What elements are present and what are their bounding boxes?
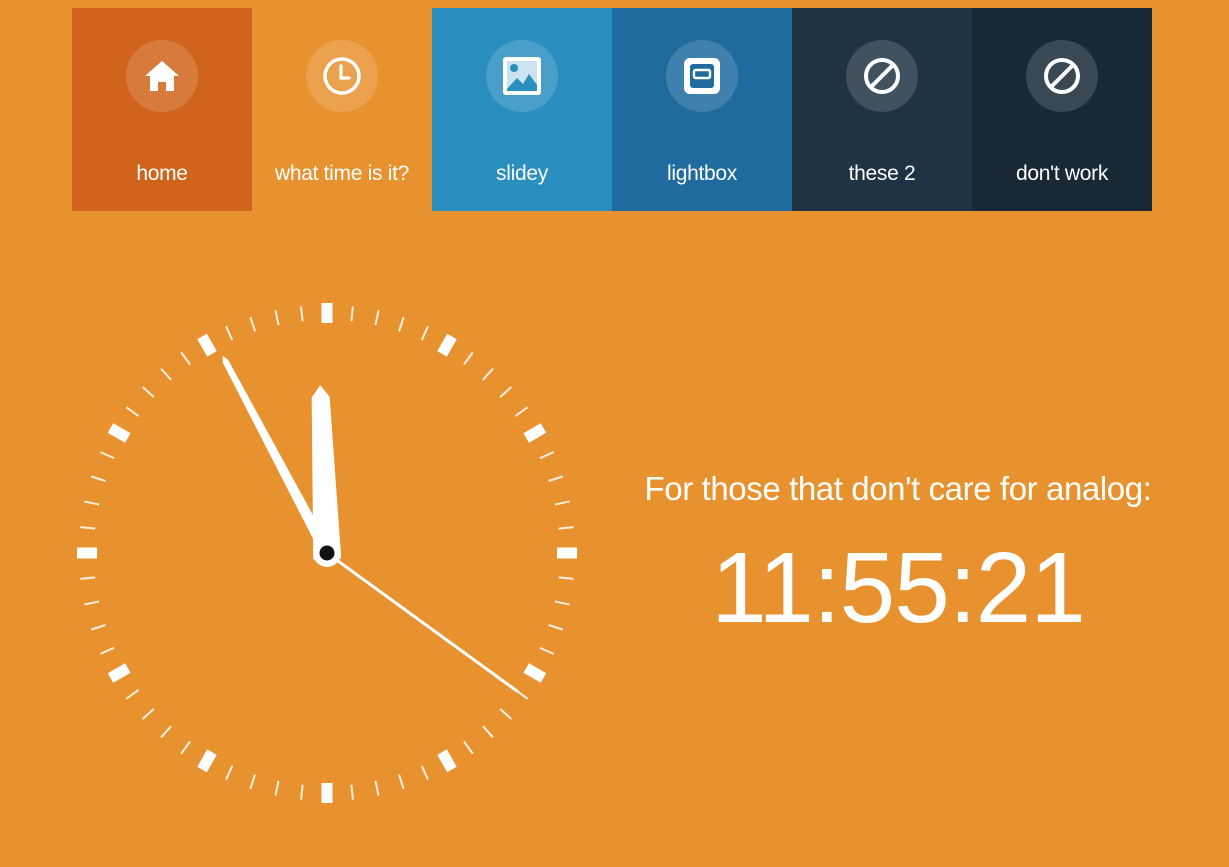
minute-marker — [160, 725, 172, 738]
minute-marker — [84, 500, 100, 506]
minute-marker — [548, 624, 564, 631]
hour-marker — [197, 333, 217, 357]
hour-marker — [197, 749, 217, 773]
top-navigation: home what time is it? slidey lightbox th… — [72, 8, 1152, 211]
minute-marker — [482, 725, 494, 738]
hour-marker — [77, 547, 97, 559]
minute-marker — [482, 368, 494, 381]
minute-marker — [300, 784, 304, 800]
minute-marker — [125, 689, 140, 700]
clock-icon — [306, 40, 378, 112]
nav-label-slidey: slidey — [496, 162, 548, 185]
ban-icon — [846, 40, 918, 112]
minute-marker — [225, 326, 234, 341]
minute-marker — [142, 386, 155, 398]
nav-item-slidey[interactable]: slidey — [432, 8, 612, 211]
nav-item-lightbox[interactable]: lightbox — [612, 8, 792, 211]
minute-marker — [374, 310, 380, 326]
minute-marker — [420, 326, 429, 341]
minute-marker — [350, 306, 354, 322]
minute-marker — [374, 780, 380, 796]
minute-marker — [554, 600, 570, 606]
image-icon — [486, 40, 558, 112]
minute-marker — [80, 576, 96, 580]
minute-marker — [142, 708, 155, 720]
home-icon — [126, 40, 198, 112]
minute-marker — [274, 310, 280, 326]
minute-marker — [463, 351, 474, 366]
minute-marker — [499, 708, 512, 720]
minute-marker — [398, 774, 405, 790]
minute-marker — [90, 624, 106, 631]
hour-marker — [107, 663, 131, 683]
minute-marker — [398, 316, 405, 332]
minute-marker — [514, 406, 529, 417]
ban-icon — [1026, 40, 1098, 112]
minute-marker — [90, 475, 106, 482]
hour-marker — [523, 663, 547, 683]
digital-time: 11:55:21 — [711, 532, 1086, 644]
minute-marker — [420, 765, 429, 780]
clock-face — [77, 303, 577, 803]
nav-label-dont-work: don't work — [1015, 162, 1109, 185]
minute-marker — [463, 740, 474, 755]
minute-marker — [100, 451, 115, 460]
nav-item-these-2[interactable]: these 2 — [792, 8, 972, 211]
minute-marker — [80, 526, 96, 530]
minute-marker — [180, 740, 191, 755]
minute-marker — [225, 765, 234, 780]
hour-marker — [107, 423, 131, 443]
analog-clock — [77, 303, 577, 803]
minute-marker — [499, 386, 512, 398]
nav-item-dont-work[interactable]: don't work — [972, 8, 1152, 211]
minute-marker — [548, 475, 564, 482]
minute-marker — [558, 526, 574, 530]
nav-label-lightbox: lightbox — [667, 162, 737, 185]
clock-hands — [222, 355, 519, 693]
minute-marker — [558, 576, 574, 580]
hour-marker — [437, 333, 457, 357]
nav-label-these-2: these 2 — [848, 162, 916, 185]
minute-marker — [100, 646, 115, 655]
nav-item-home[interactable]: home — [72, 8, 252, 211]
minute-marker — [125, 406, 140, 417]
minute-marker — [84, 600, 100, 606]
minute-marker — [249, 316, 256, 332]
lightbox-icon — [666, 40, 738, 112]
minute-marker — [539, 646, 554, 655]
hour-marker — [321, 303, 333, 323]
clock-center-dot — [319, 545, 335, 561]
minute-marker — [539, 451, 554, 460]
minute-marker — [249, 774, 256, 790]
hour-marker — [523, 423, 547, 443]
hour-marker — [321, 783, 333, 803]
minute-marker — [350, 784, 354, 800]
nav-label-what-time: what time is it? — [274, 162, 410, 185]
minute-marker — [160, 368, 172, 381]
hour-marker — [557, 547, 577, 559]
minute-marker — [300, 306, 304, 322]
minute-marker — [180, 351, 191, 366]
minute-marker — [554, 500, 570, 506]
nav-label-home: home — [136, 162, 188, 185]
second-hand — [324, 550, 519, 693]
hour-marker — [437, 749, 457, 773]
minute-marker — [274, 780, 280, 796]
nav-item-what-time[interactable]: what time is it? — [252, 8, 432, 211]
digital-caption: For those that don't care for analog: — [644, 470, 1152, 507]
